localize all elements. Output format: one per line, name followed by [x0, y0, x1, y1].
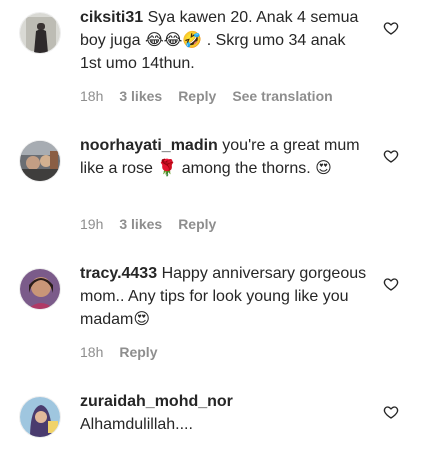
comment-body: zuraidah_mohd_nor Alhamdulillah....: [80, 390, 370, 436]
comment-username[interactable]: zuraidah_mohd_nor: [80, 393, 233, 410]
comment-likes[interactable]: 3 likes: [119, 216, 162, 232]
reply-button[interactable]: Reply: [178, 216, 216, 232]
comment-meta: 19h 3 likes Reply: [80, 216, 232, 232]
reply-button[interactable]: Reply: [178, 88, 216, 104]
heart-outline-icon[interactable]: [383, 20, 399, 36]
heart-outline-icon[interactable]: [383, 404, 399, 420]
avatar[interactable]: [19, 268, 61, 310]
comment-body: ciksiti31 Sya kawen 20. Anak 4 semua boy…: [80, 6, 370, 75]
reply-button[interactable]: Reply: [119, 344, 157, 360]
comment-username[interactable]: tracy.4433: [80, 265, 157, 282]
comment-likes[interactable]: 3 likes: [119, 88, 162, 104]
heart-outline-icon[interactable]: [383, 148, 399, 164]
comments-list: ciksiti31 Sya kawen 20. Anak 4 semua boy…: [0, 0, 421, 453]
comment-meta: 18h Reply: [80, 344, 173, 360]
avatar[interactable]: [19, 140, 61, 182]
comment-text: Alhamdulillah....: [80, 416, 193, 433]
comment-username[interactable]: noorhayati_madin: [80, 137, 218, 154]
avatar[interactable]: [19, 396, 61, 438]
heart-outline-icon[interactable]: [383, 276, 399, 292]
comment-meta: 18h 3 likes Reply See translation: [80, 88, 349, 104]
comment-time[interactable]: 18h: [80, 88, 103, 104]
comment-time[interactable]: 18h: [80, 344, 103, 360]
comment-time[interactable]: 19h: [80, 216, 103, 232]
see-translation-button[interactable]: See translation: [232, 88, 332, 104]
avatar[interactable]: [19, 12, 61, 54]
comment-body: tracy.4433 Happy anniversary gorgeous mo…: [80, 262, 370, 331]
comment-body: noorhayati_madin you're a great mum like…: [80, 134, 370, 180]
comment-username[interactable]: ciksiti31: [80, 9, 143, 26]
